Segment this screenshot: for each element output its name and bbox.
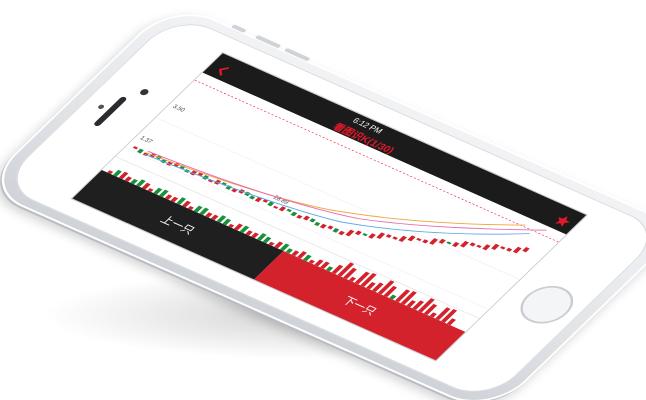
chevron-left-icon[interactable] (213, 64, 233, 78)
candle (354, 230, 362, 236)
candle (249, 195, 256, 200)
candle (319, 223, 327, 229)
candle (309, 218, 316, 223)
candle (506, 247, 513, 252)
candle (500, 246, 506, 250)
candle (446, 241, 452, 245)
candle (429, 238, 439, 245)
candle (407, 235, 416, 242)
candle (327, 225, 334, 230)
candle (362, 233, 368, 237)
candle (303, 215, 310, 221)
candle (272, 205, 279, 209)
candle (482, 244, 491, 251)
candle (438, 238, 446, 244)
candle (132, 146, 139, 150)
candle (332, 227, 340, 233)
candle (452, 241, 460, 248)
candle (314, 221, 321, 227)
candle (522, 247, 530, 253)
candle (476, 244, 482, 249)
candle (136, 148, 144, 154)
candle (376, 232, 386, 239)
candle (392, 236, 398, 240)
candle (491, 243, 500, 250)
candle (278, 206, 287, 212)
candle (512, 246, 522, 254)
candle (469, 242, 476, 247)
candle (459, 240, 469, 248)
volume-down-button[interactable] (283, 47, 311, 62)
candle (338, 230, 345, 236)
candle (422, 239, 429, 244)
mute-switch[interactable] (230, 24, 247, 33)
candle (385, 234, 392, 239)
star-icon[interactable] (551, 213, 575, 229)
stage: 6:12 PM 看图识K(1/30) 3.50 1.37 28.89 上一只 下… (0, 0, 646, 400)
candle (345, 229, 355, 237)
candle (398, 235, 407, 243)
volume-up-button[interactable] (254, 34, 282, 49)
candle (368, 233, 376, 239)
candle (286, 208, 292, 213)
candle (290, 211, 298, 217)
candle (416, 237, 422, 242)
candle (296, 214, 303, 219)
